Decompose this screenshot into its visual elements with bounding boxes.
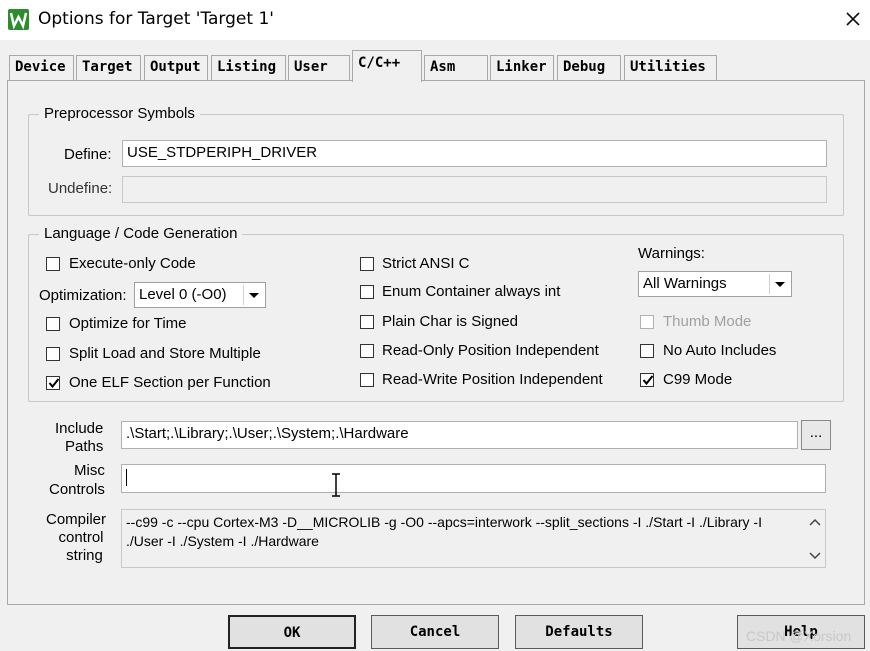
- optimize-time-label: Optimize for Time: [69, 315, 187, 332]
- define-input[interactable]: USE_STDPERIPH_DRIVER: [122, 140, 827, 167]
- checkmark-icon: [48, 378, 60, 389]
- misc-controls-label: Misc Controls: [49, 462, 105, 498]
- c99-mode-checkbox[interactable]: [640, 373, 654, 387]
- preprocessor-group-title: Preprocessor Symbols: [39, 105, 200, 122]
- chevron-down-icon: [769, 274, 789, 294]
- c99-mode-label: C99 Mode: [663, 371, 733, 388]
- one-elf-section-checkbox[interactable]: [46, 376, 60, 390]
- one-elf-section-label: One ELF Section per Function: [69, 374, 271, 391]
- thumb-mode-label: Thumb Mode: [663, 313, 752, 330]
- no-auto-includes-label: No Auto Includes: [663, 342, 777, 359]
- chevron-down-icon: [243, 285, 263, 305]
- ro-position-independent-checkbox[interactable]: [360, 344, 374, 358]
- compiler-control-string-label: Compiler control string: [46, 511, 107, 564]
- text-cursor-icon: [332, 473, 340, 497]
- checkmark-icon: [642, 375, 654, 386]
- text-caret: [126, 468, 127, 486]
- include-paths-label: Include Paths: [54, 420, 104, 455]
- misc-controls-input[interactable]: [121, 464, 826, 493]
- warnings-select[interactable]: All Warnings: [638, 271, 792, 297]
- strict-ansi-checkbox[interactable]: [360, 257, 374, 271]
- preprocessor-symbols-group: Preprocessor Symbols Define: USE_STDPERI…: [28, 105, 844, 216]
- rw-position-independent-label: Read-Write Position Independent: [382, 371, 603, 388]
- ok-button[interactable]: OK: [228, 615, 356, 649]
- language-group-title: Language / Code Generation: [39, 225, 243, 242]
- cancel-button[interactable]: Cancel: [371, 615, 499, 649]
- plain-char-label: Plain Char is Signed: [382, 313, 518, 330]
- optimization-label: Optimization:: [39, 287, 127, 304]
- scroll-up-icon[interactable]: [808, 516, 822, 530]
- compiler-control-string-textarea[interactable]: --c99 -c --cpu Cortex-M3 -D__MICROLIB -g…: [121, 509, 826, 568]
- execute-only-label: Execute-only Code: [69, 255, 196, 272]
- split-load-checkbox[interactable]: [46, 347, 60, 361]
- include-paths-input[interactable]: .\Start;.\Library;.\User;.\System;.\Hard…: [121, 421, 798, 449]
- ro-position-independent-label: Read-Only Position Independent: [382, 342, 599, 359]
- cpp-options-panel: Preprocessor Symbols Define: USE_STDPERI…: [7, 80, 865, 605]
- enum-container-checkbox[interactable]: [360, 285, 374, 299]
- tab-device[interactable]: Device: [9, 55, 74, 80]
- execute-only-checkbox[interactable]: [46, 257, 60, 271]
- enum-container-label: Enum Container always int: [382, 283, 561, 300]
- tab-asm[interactable]: Asm: [424, 55, 488, 80]
- title-bar: Options for Target 'Target 1': [0, 0, 870, 40]
- tab-linker[interactable]: Linker: [490, 55, 554, 80]
- window-title: Options for Target 'Target 1': [38, 9, 274, 29]
- split-load-label: Split Load and Store Multiple: [69, 345, 261, 362]
- warnings-label: Warnings:: [638, 245, 705, 262]
- defaults-button[interactable]: Defaults: [515, 615, 643, 649]
- warnings-value: All Warnings: [643, 275, 727, 292]
- rw-position-independent-checkbox[interactable]: [360, 373, 374, 387]
- watermark: CSDN @Xorsion: [746, 628, 852, 644]
- scroll-down-icon[interactable]: [808, 548, 822, 562]
- language-codegen-group: Language / Code Generation Execute-only …: [28, 225, 844, 402]
- plain-char-checkbox[interactable]: [360, 315, 374, 329]
- close-icon: [846, 12, 860, 26]
- tab-utilities[interactable]: Utilities: [624, 55, 717, 80]
- undefine-label: Undefine:: [48, 180, 113, 197]
- no-auto-includes-checkbox[interactable]: [640, 344, 654, 358]
- keil-app-icon: [8, 9, 29, 30]
- thumb-mode-checkbox[interactable]: [640, 315, 654, 329]
- include-paths-browse-button[interactable]: ...: [801, 420, 831, 450]
- optimize-time-checkbox[interactable]: [46, 317, 60, 331]
- undefine-input[interactable]: [122, 176, 827, 203]
- optimization-select[interactable]: Level 0 (-O0): [134, 282, 266, 308]
- define-label: Define:: [64, 146, 112, 163]
- tab-cpp[interactable]: C/C++: [352, 50, 422, 82]
- tab-user[interactable]: User: [288, 55, 350, 80]
- optimization-value: Level 0 (-O0): [139, 286, 227, 303]
- strict-ansi-label: Strict ANSI C: [382, 255, 470, 272]
- close-button[interactable]: [838, 4, 868, 34]
- tab-debug[interactable]: Debug: [557, 55, 621, 80]
- tab-output[interactable]: Output: [144, 55, 208, 80]
- tab-listing[interactable]: Listing: [211, 55, 286, 80]
- tab-target[interactable]: Target: [76, 55, 141, 80]
